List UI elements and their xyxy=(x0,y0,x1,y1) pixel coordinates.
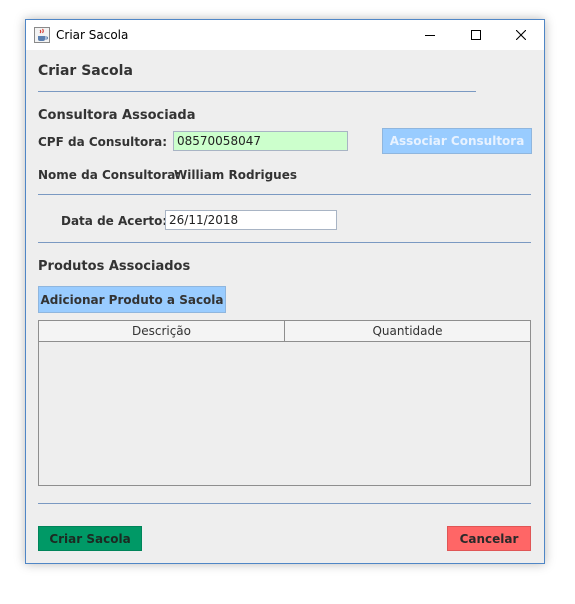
dialog-window: Criar Sacola Criar Sacola Consultora Ass… xyxy=(25,19,545,564)
adicionar-produto-button[interactable]: Adicionar Produto a Sacola xyxy=(38,286,226,313)
column-header-quantidade[interactable]: Quantidade xyxy=(285,321,530,341)
maximize-icon xyxy=(471,30,481,40)
footer-separator xyxy=(38,503,531,504)
minimize-button[interactable] xyxy=(407,20,453,50)
consultora-section-title: Consultora Associada xyxy=(38,108,196,123)
page-title: Criar Sacola xyxy=(38,63,133,79)
cpf-label: CPF da Consultora: xyxy=(38,135,168,149)
minimize-icon xyxy=(425,35,435,36)
cpf-input[interactable]: 08570058047 xyxy=(173,131,348,151)
window-title: Criar Sacola xyxy=(56,28,129,42)
consultora-separator xyxy=(38,194,531,195)
close-button[interactable] xyxy=(498,20,544,50)
java-cup-icon xyxy=(34,27,50,43)
acerto-separator xyxy=(38,242,531,243)
cancelar-button[interactable]: Cancelar xyxy=(447,526,531,551)
associar-consultora-button[interactable]: Associar Consultora xyxy=(382,128,532,154)
close-icon xyxy=(516,30,526,40)
column-header-descricao[interactable]: Descrição xyxy=(39,321,285,341)
data-acerto-label: Data de Acerto: xyxy=(61,214,168,228)
title-bar[interactable]: Criar Sacola xyxy=(26,20,544,50)
nome-consultora-value: William Rodrigues xyxy=(174,168,297,182)
table-header: Descrição Quantidade xyxy=(39,321,530,342)
maximize-button[interactable] xyxy=(453,20,499,50)
heading-separator xyxy=(38,91,476,92)
data-acerto-input[interactable]: 26/11/2018 xyxy=(165,210,337,230)
criar-sacola-button[interactable]: Criar Sacola xyxy=(38,526,142,551)
produtos-section-title: Produtos Associados xyxy=(38,259,191,274)
nome-consultora-label: Nome da Consultora: xyxy=(38,168,181,182)
produtos-table[interactable]: Descrição Quantidade xyxy=(38,320,531,486)
